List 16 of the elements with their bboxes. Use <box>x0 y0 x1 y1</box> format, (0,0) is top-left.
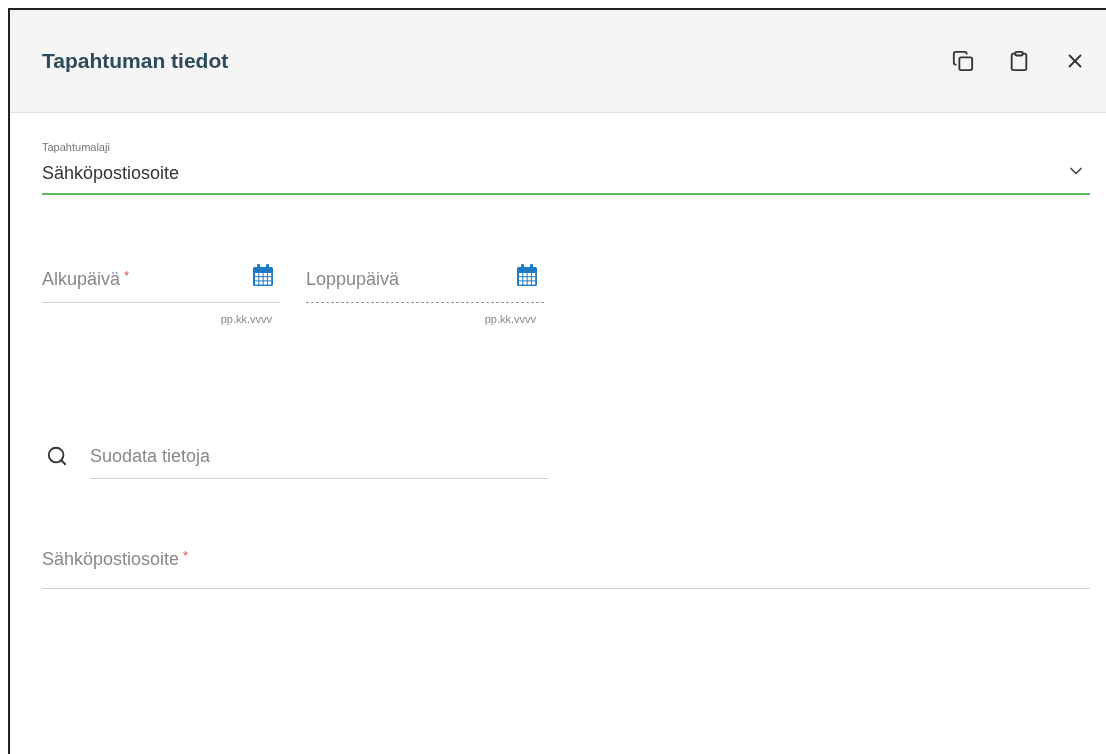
date-field[interactable]: Alkupäivä * <box>42 256 280 303</box>
copy-icon[interactable] <box>952 50 974 72</box>
date-format-hint: pp.kk.vvvv <box>220 311 272 327</box>
dialog-title: Tapahtuman tiedot <box>42 48 230 75</box>
clipboard-icon[interactable] <box>1008 50 1030 72</box>
field-label: Loppupäivä <box>306 267 400 291</box>
field-value: Sähköpostiosoite <box>42 161 181 185</box>
event-type-select[interactable]: Tapahtumalaji Sähköpostiosoite <box>42 139 1090 195</box>
search-icon <box>46 445 68 467</box>
email-field[interactable]: Sähköpostiosoite * <box>42 531 1090 589</box>
date-format-hint: pp.kk.vvvv <box>484 311 536 327</box>
field-label: Alkupäivä * <box>42 266 130 291</box>
field-label: Sähköpostiosoite * <box>42 547 189 571</box>
filter-field[interactable]: Suodata tietoja <box>90 435 548 479</box>
calendar-icon[interactable] <box>252 263 274 287</box>
field-label: Tapahtumalaji <box>42 140 111 155</box>
